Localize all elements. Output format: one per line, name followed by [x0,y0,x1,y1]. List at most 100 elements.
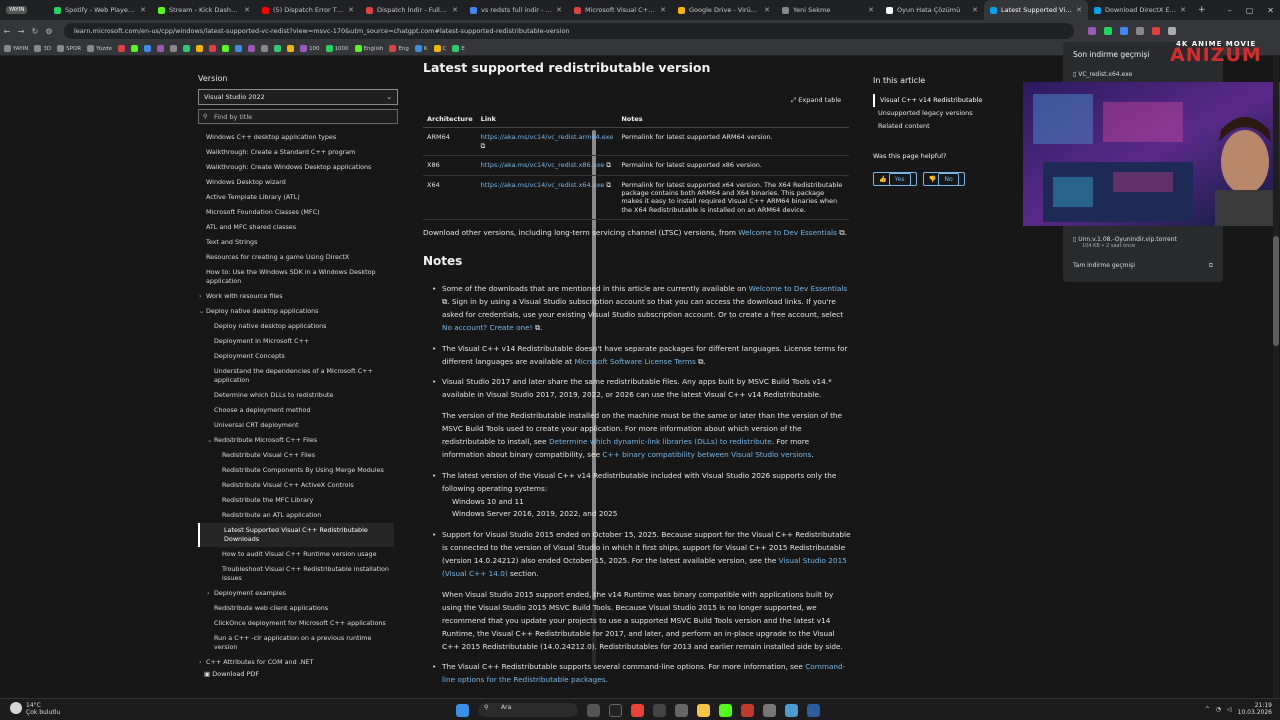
filter-input[interactable]: ⚲ Find by title [198,109,398,124]
close-tab-icon[interactable]: ✕ [452,6,458,14]
bookmark-item[interactable]: K [414,45,428,52]
app-icon[interactable] [653,703,666,717]
browser-tab[interactable]: Spotify - Web Player: Ho... ✕ [48,0,152,20]
settings-icon[interactable] [763,703,776,717]
bookmark-icon[interactable] [144,45,152,52]
bookmark-item[interactable]: E [452,45,465,52]
toc-item[interactable]: Microsoft Foundation Classes (MFC) [198,205,394,220]
browser-tab[interactable]: Yeni Sekme ✕ [776,0,880,20]
external-link-icon[interactable]: ⧉ [1209,262,1213,270]
toc-item[interactable]: Work with resource files [198,289,394,304]
extension-icon[interactable] [1120,27,1128,35]
maximize-icon[interactable]: ▢ [1246,6,1254,15]
close-tab-icon[interactable]: ✕ [764,6,770,14]
app-icon[interactable] [719,703,732,717]
no-button[interactable]: 👎 No [922,172,965,186]
download-link[interactable]: https://aka.ms/vc14/vc_redist.x64.exe [481,181,605,189]
toc-item[interactable]: Redistribute the MFC Library [198,493,394,508]
close-tab-icon[interactable]: ✕ [868,6,874,14]
toc-item[interactable]: Redistribute web client applications [198,601,394,616]
chrome-icon[interactable] [631,703,644,717]
yes-button[interactable]: 👍 Yes [873,172,917,186]
browser-tab[interactable]: vs redsts full indir - Goo... ✕ [464,0,568,20]
reload-icon[interactable]: ↻ [28,27,42,36]
browser-tab[interactable]: Stream - Kick Dashboard ✕ [152,0,256,20]
toc-item[interactable]: Redistribute Visual C++ ActiveX Controls [198,478,394,493]
toc-item[interactable]: Troubleshoot Visual C++ Redistributable … [198,562,394,586]
toc-item[interactable]: Text and Strings [198,235,394,250]
chevron-up-icon[interactable]: ^ [1205,706,1210,713]
toc-item[interactable]: How to: Use the Windows SDK in a Windows… [198,265,394,289]
close-tab-icon[interactable]: ✕ [348,6,354,14]
close-tab-icon[interactable]: ✕ [1180,6,1186,14]
dev-essentials-link[interactable]: Welcome to Dev Essentials [738,228,837,237]
bookmark-item[interactable]: YAYIN [4,45,28,52]
download-link[interactable]: https://aka.ms/vc14/vc_redist.arm64.exe [481,133,614,141]
browser-tab[interactable]: (5) Dispatch Error The U...✕ [256,0,360,20]
browser-tab[interactable]: Google Drive - Virüs tar... ✕ [672,0,776,20]
bookmark-icon[interactable] [222,45,230,52]
bookmark-icon[interactable] [287,45,295,52]
toc-item[interactable]: Walkthrough: Create Windows Desktop appl… [198,160,394,175]
binary-compat-link[interactable]: C++ binary compatibility between Visual … [602,450,811,459]
toc-item[interactable]: C++ Attributes for COM and .NET [198,655,394,666]
toc-item[interactable]: ATL and MFC shared classes [198,220,394,235]
toc-item[interactable]: Latest Supported Visual C++ Redistributa… [198,523,394,547]
toc-item[interactable]: Deploy native desktop applications [198,319,394,334]
bookmark-item[interactable]: C [433,45,446,52]
toc-item[interactable]: Windows Desktop wizard [198,175,394,190]
close-tab-icon[interactable]: ✕ [140,6,146,14]
bookmark-item[interactable]: 1000 [325,45,349,52]
weather-widget[interactable]: 14°C Çok bulutlu [10,702,60,716]
toc-item[interactable]: Redistribute Visual C++ Files [198,448,394,463]
close-icon[interactable]: ✕ [1267,6,1274,15]
version-select[interactable]: Visual Studio 2022 ⌄ [198,89,398,105]
profile-icon[interactable] [1168,27,1176,35]
bookmark-icon[interactable] [209,45,217,52]
bookmark-item[interactable]: Eng [389,45,409,52]
close-tab-icon[interactable]: ✕ [244,6,250,14]
browser-tab[interactable]: Microsoft Visual C++ Re... ✕ [568,0,672,20]
new-tab-icon[interactable]: + [1198,5,1206,15]
task-view-icon[interactable] [587,703,600,717]
bookmark-icon[interactable] [235,45,243,52]
toc-item[interactable]: Redistribute Components By Using Merge M… [198,463,394,478]
close-tab-icon[interactable]: ✕ [1076,6,1082,14]
taskbar-search[interactable]: ⚲ Ara [478,703,578,717]
extension-icon[interactable] [1088,27,1096,35]
bookmark-item[interactable]: SPOR [57,45,81,52]
clock[interactable]: 21:19 10.03.2026 [1238,702,1272,716]
bookmark-item[interactable]: 3D [34,45,51,52]
toc-item[interactable]: Deployment in Microsoft C++ [198,334,394,349]
license-terms-link[interactable]: Microsoft Software License Terms [574,357,695,366]
close-tab-icon[interactable]: ✕ [972,6,978,14]
outline-item[interactable]: Unsupported legacy versions [873,107,982,120]
download-item[interactable]: ▯ VC_redist.x64.exe [1073,71,1132,78]
download-item[interactable]: ▯ Unn.v.1.08.-Oyunindir.vip.torrent 104 K… [1073,236,1177,249]
bookmark-item[interactable]: Yüzde [87,45,112,52]
browser-tab[interactable]: Latest Supported Visual ... ✕ [984,0,1088,20]
url-input[interactable]: learn.microsoft.com/en-us/cpp/windows/la… [64,23,1074,39]
browser-tab[interactable]: Dispatch İndir - Full PC ... ✕ [360,0,464,20]
bookmark-icon[interactable] [131,45,139,52]
toc-item[interactable]: Active Template Library (ATL) [198,190,394,205]
bookmark-icon[interactable] [118,45,126,52]
toc-item[interactable]: Deploy native desktop applications [198,304,394,319]
create-account-link[interactable]: No account? Create one! [442,323,533,332]
extension-icon[interactable] [1136,27,1144,35]
toc-item[interactable]: Universal CRT deployment [198,418,394,433]
browser-tab[interactable]: Oyun Hata Çözümü ✕ [880,0,984,20]
bookmark-icon[interactable] [183,45,191,52]
toc-item[interactable]: Redistribute an ATL application [198,508,394,523]
site-info-icon[interactable]: ⚙ [42,27,56,36]
bookmark-icon[interactable] [157,45,165,52]
bookmark-icon[interactable] [274,45,282,52]
bookmark-icon[interactable] [248,45,256,52]
dll-redistribute-link[interactable]: Determine which dynamic-link libraries (… [549,437,772,446]
terminal-icon[interactable] [609,703,622,717]
toc-item[interactable]: How to audit Visual C++ Runtime version … [198,547,394,562]
toc-item[interactable]: Walkthrough: Create a Standard C++ progr… [198,145,394,160]
app-icon[interactable] [807,703,820,717]
toc-item[interactable]: Understand the dependencies of a Microso… [198,364,394,388]
toc-item[interactable]: Deployment Concepts [198,349,394,364]
